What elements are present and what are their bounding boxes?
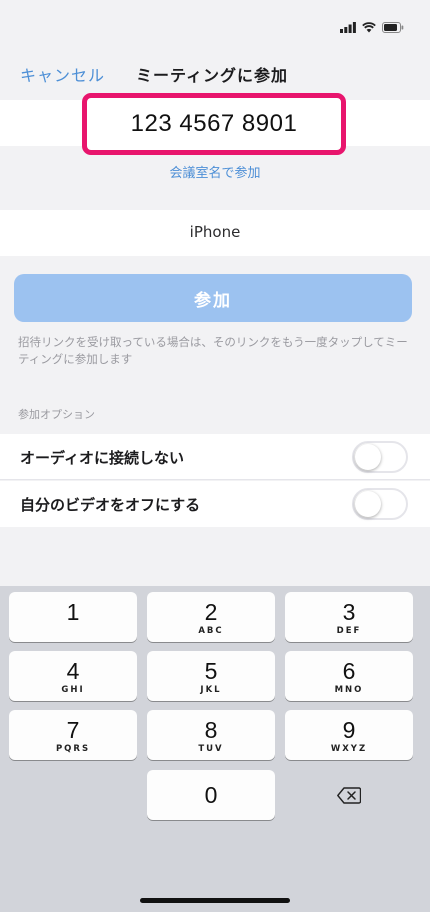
- option-row-no-audio: オーディオに接続しない: [0, 434, 430, 480]
- key-letters: JKL: [200, 685, 222, 695]
- wifi-icon: [362, 22, 376, 33]
- backspace-key[interactable]: [285, 770, 413, 820]
- no-audio-toggle[interactable]: [352, 441, 408, 473]
- home-indicator: [140, 898, 290, 903]
- key-letters: ABC: [198, 626, 224, 636]
- display-name-input[interactable]: iPhone: [0, 223, 430, 241]
- backspace-icon: [337, 786, 361, 804]
- option-label-no-audio: オーディオに接続しない: [20, 449, 184, 467]
- key-letters: MNO: [334, 685, 364, 695]
- key-2[interactable]: 2 ABC: [147, 592, 275, 642]
- toggle-knob: [355, 491, 381, 517]
- join-options-section-label: 参加オプション: [18, 408, 95, 421]
- key-number: 4: [66, 658, 80, 684]
- meeting-id-highlight: 123 4567 8901: [82, 93, 346, 155]
- join-button[interactable]: 参加: [14, 274, 412, 322]
- key-number: 1: [66, 599, 80, 625]
- key-4[interactable]: 4 GHI: [9, 651, 137, 701]
- page-title: ミーティングに参加: [136, 66, 289, 85]
- number-keypad: 1 2 ABC 3 DEF 4 GHI 5 JKL 6 MNO 7 PQRS 8…: [0, 586, 430, 912]
- meeting-id-input[interactable]: 123 4567 8901: [87, 110, 341, 138]
- key-number: 3: [342, 599, 356, 625]
- key-number: 7: [66, 717, 80, 743]
- status-icons: [340, 22, 404, 33]
- key-letters: WXYZ: [330, 744, 368, 754]
- key-number: 0: [204, 782, 218, 808]
- key-number: 5: [204, 658, 218, 684]
- status-bar: [0, 0, 430, 50]
- key-number: 2: [204, 599, 218, 625]
- key-letters: DEF: [336, 626, 362, 636]
- display-name-row: iPhone: [0, 210, 430, 256]
- toggle-knob: [355, 444, 381, 470]
- join-by-room-name-link[interactable]: 会議室名で参加: [0, 162, 430, 181]
- option-row-video-off: 自分のビデオをオフにする: [0, 481, 430, 527]
- option-label-video-off: 自分のビデオをオフにする: [20, 496, 201, 514]
- invite-link-hint: 招待リンクを受け取っている場合は、そのリンクをもう一度タップしてミーティングに参…: [18, 335, 408, 366]
- key-9[interactable]: 9 WXYZ: [285, 710, 413, 760]
- nav-bar: キャンセル ミーティングに参加: [0, 52, 430, 96]
- video-off-toggle[interactable]: [352, 488, 408, 520]
- battery-icon: [382, 22, 404, 33]
- key-letters: PQRS: [55, 744, 91, 754]
- key-7[interactable]: 7 PQRS: [9, 710, 137, 760]
- key-letters: GHI: [61, 685, 85, 695]
- cancel-button[interactable]: キャンセル: [20, 62, 105, 86]
- key-number: 9: [342, 717, 356, 743]
- key-0[interactable]: 0: [147, 770, 275, 820]
- key-5[interactable]: 5 JKL: [147, 651, 275, 701]
- key-number: 8: [204, 717, 218, 743]
- signal-icon: [340, 22, 356, 33]
- key-3[interactable]: 3 DEF: [285, 592, 413, 642]
- key-1[interactable]: 1: [9, 592, 137, 642]
- key-6[interactable]: 6 MNO: [285, 651, 413, 701]
- key-8[interactable]: 8 TUV: [147, 710, 275, 760]
- key-number: 6: [342, 658, 356, 684]
- key-letters: TUV: [198, 744, 224, 754]
